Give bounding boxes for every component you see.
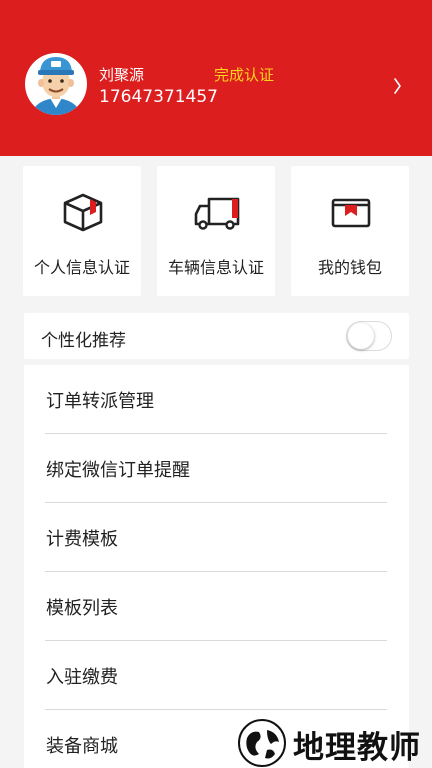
card-label: 我的钱包 bbox=[317, 258, 382, 277]
personalized-recommendation-toggle[interactable] bbox=[346, 321, 392, 351]
menu-item-label: 计费模板 bbox=[46, 529, 118, 550]
card-label: 个人信息认证 bbox=[33, 258, 130, 277]
box-icon bbox=[63, 193, 103, 232]
quick-actions: 个人信息认证 车辆信息认证 我的钱包 bbox=[0, 166, 432, 296]
menu-item-order-transfer[interactable]: 订单转派管理 bbox=[45, 365, 387, 434]
chevron-right-icon[interactable] bbox=[390, 74, 404, 98]
settings-menu: 订单转派管理 绑定微信订单提醒 计费模板 模板列表 入驻缴费 装备商城 bbox=[24, 365, 409, 768]
menu-item-billing-template[interactable]: 计费模板 bbox=[45, 503, 387, 572]
menu-item-label: 订单转派管理 bbox=[46, 391, 154, 412]
menu-item-label: 入驻缴费 bbox=[46, 667, 118, 688]
truck-icon bbox=[194, 197, 240, 230]
menu-item-template-list[interactable]: 模板列表 bbox=[45, 572, 387, 641]
watermark: 地理教师 bbox=[235, 716, 425, 768]
wallet-card[interactable]: 我的钱包 bbox=[291, 166, 409, 296]
personal-info-card[interactable]: 个人信息认证 bbox=[23, 166, 141, 296]
profile-header[interactable]: 刘聚源 完成认证 17647371457 bbox=[0, 0, 432, 156]
avatar bbox=[25, 53, 87, 115]
user-phone: 17647371457 bbox=[99, 87, 218, 107]
card-label: 车辆信息认证 bbox=[167, 258, 264, 277]
menu-item-onboarding-fee[interactable]: 入驻缴费 bbox=[45, 641, 387, 710]
watermark-text: 地理教师 bbox=[293, 730, 421, 766]
vehicle-info-card[interactable]: 车辆信息认证 bbox=[157, 166, 275, 296]
certification-status: 完成认证 bbox=[214, 66, 275, 84]
user-name: 刘聚源 bbox=[99, 66, 145, 84]
menu-item-label: 模板列表 bbox=[46, 598, 118, 619]
personalized-recommendation-row: 个性化推荐 bbox=[24, 313, 409, 359]
globe-icon bbox=[238, 719, 286, 767]
personalized-recommendation-label: 个性化推荐 bbox=[41, 331, 126, 351]
wallet-icon bbox=[331, 198, 371, 228]
menu-item-label: 装备商城 bbox=[46, 736, 118, 757]
menu-item-label: 绑定微信订单提醒 bbox=[46, 460, 190, 481]
menu-item-wechat-reminder[interactable]: 绑定微信订单提醒 bbox=[45, 434, 387, 503]
toggle-knob bbox=[348, 323, 374, 349]
